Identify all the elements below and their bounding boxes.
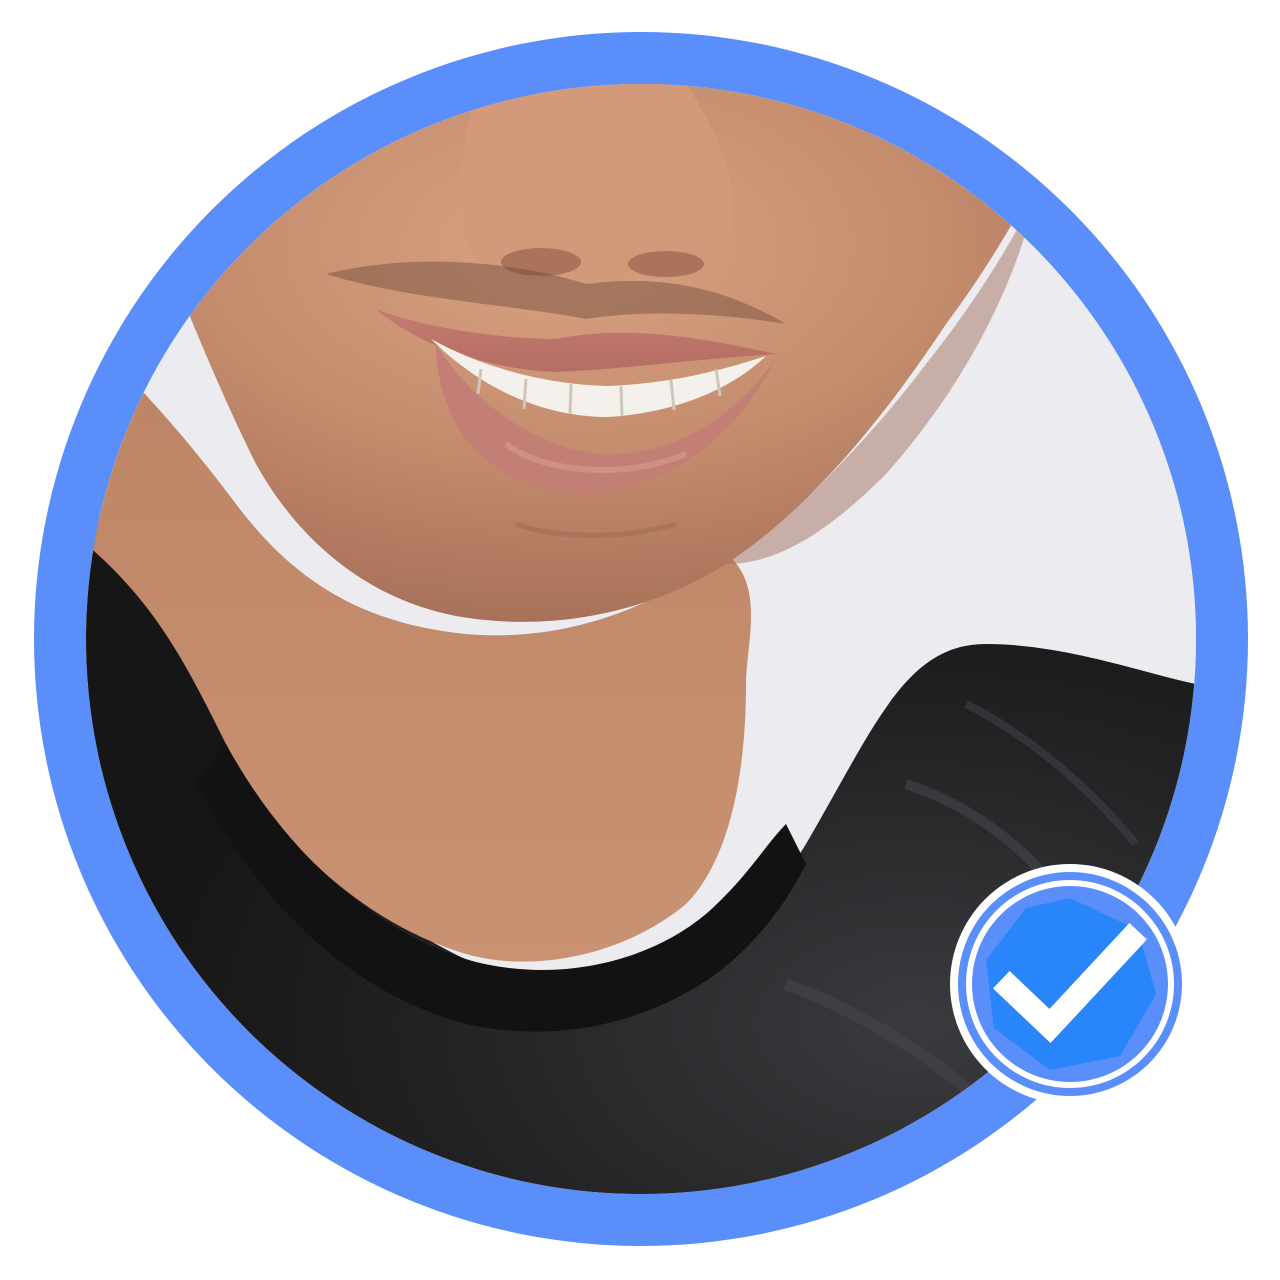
verified-check-icon — [958, 872, 1182, 1096]
profile-avatar-graphic — [0, 0, 1280, 1280]
verified-badge — [950, 864, 1190, 1104]
